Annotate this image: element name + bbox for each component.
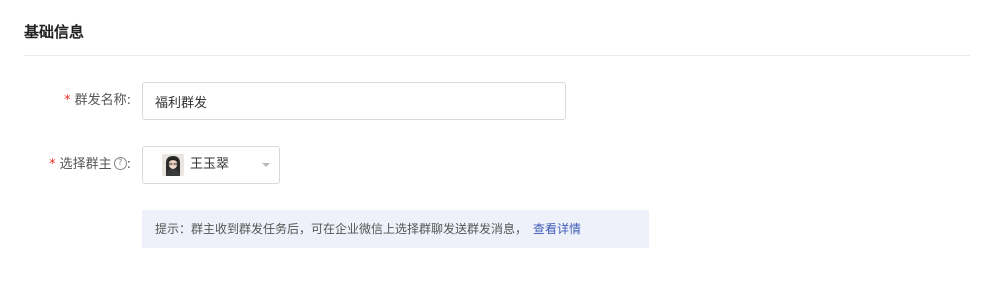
required-mark: * bbox=[49, 157, 56, 172]
view-details-link[interactable]: 查看详情 bbox=[533, 222, 581, 236]
group-send-name-input[interactable] bbox=[143, 83, 567, 119]
question-circle-icon[interactable]: ? bbox=[113, 157, 127, 170]
selected-owner-name: 王玉翠 bbox=[190, 157, 230, 172]
group-send-name-label: * 群发名称: bbox=[64, 82, 131, 120]
group-send-name-input-wrapper bbox=[142, 82, 567, 120]
group-send-name-label-text: 群发名称: bbox=[74, 93, 131, 108]
tip-box: 提示：群主收到群发任务后，可在企业微信上选择群聊发送群发消息， 查看详情 bbox=[142, 210, 649, 248]
group-owner-label: * 选择群主?: bbox=[49, 146, 131, 184]
label-colon: : bbox=[126, 157, 131, 172]
required-mark: * bbox=[64, 93, 71, 108]
group-owner-label-text: 选择群主 bbox=[59, 157, 112, 172]
tip-text: 提示：群主收到群发任务后，可在企业微信上选择群聊发送群发消息， bbox=[155, 222, 528, 236]
avatar-photo-icon bbox=[162, 154, 184, 176]
section-divider bbox=[24, 55, 970, 56]
group-owner-select[interactable]: 王玉翠 bbox=[142, 146, 280, 184]
section-title: 基础信息 bbox=[24, 23, 85, 41]
owner-avatar bbox=[162, 154, 184, 176]
caret-down-icon bbox=[262, 163, 270, 167]
